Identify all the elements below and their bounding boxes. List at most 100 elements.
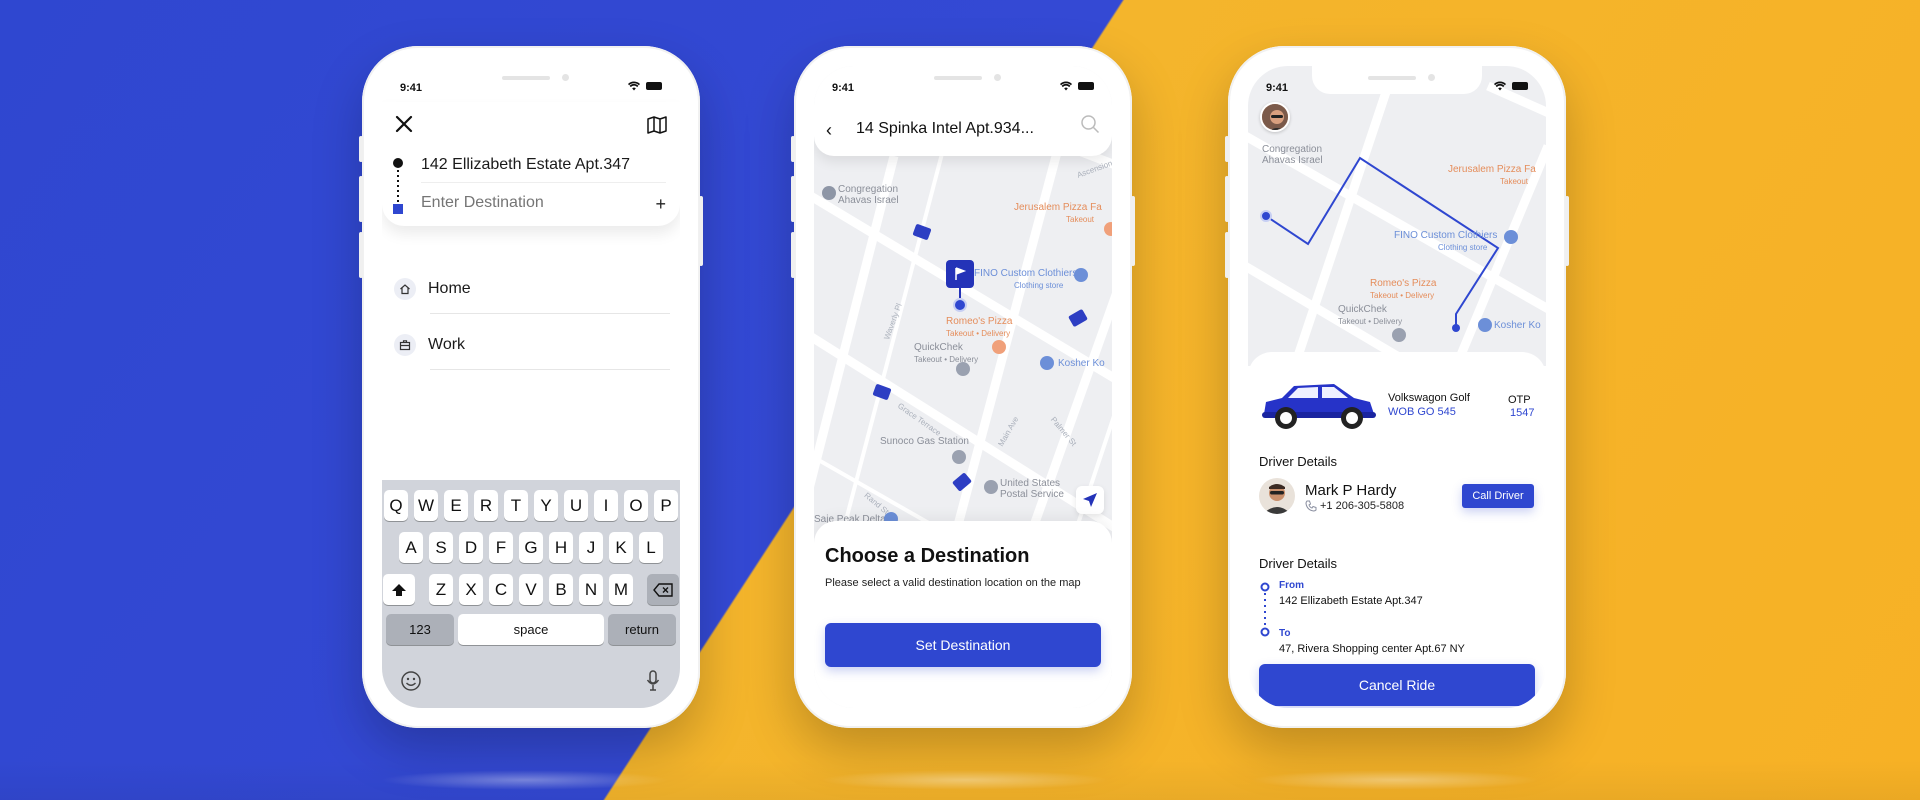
cancel-ride-button[interactable]: Cancel Ride xyxy=(1259,664,1535,706)
map-label-jerusalem: Jerusalem Pizza Fa xyxy=(1014,202,1102,213)
back-icon[interactable]: ‹ xyxy=(826,120,832,141)
status-time: 9:41 xyxy=(1266,82,1289,94)
restaurant-icon xyxy=(992,340,1006,354)
key-d[interactable]: D xyxy=(459,532,483,563)
screen: 9:41 142 Ellizabeth Estate Apt.347 + xyxy=(382,66,680,708)
to-label: To xyxy=(1279,628,1291,639)
add-stop-icon[interactable]: + xyxy=(655,194,666,215)
backspace-key[interactable] xyxy=(647,574,679,605)
car-icon xyxy=(1262,384,1376,429)
wifi-icon xyxy=(1060,81,1072,91)
key-h[interactable]: H xyxy=(549,532,573,563)
microphone-icon[interactable] xyxy=(646,670,660,692)
key-g[interactable]: G xyxy=(519,532,543,563)
map-label-romeos: Romeo's Pizza xyxy=(1370,278,1437,289)
key-o[interactable]: O xyxy=(624,490,648,521)
key-j[interactable]: J xyxy=(579,532,603,563)
shop-icon xyxy=(1040,356,1054,370)
key-x[interactable]: X xyxy=(459,574,483,605)
set-destination-button[interactable]: Set Destination xyxy=(825,623,1101,667)
search-icon[interactable] xyxy=(1080,114,1100,134)
map-label-quickchek-sub: Takeout • Delivery xyxy=(1338,317,1403,326)
trip-details-heading: Driver Details xyxy=(1259,556,1338,571)
map-label-fino: FINO Custom Clothiers xyxy=(1394,230,1498,241)
key-z[interactable]: Z xyxy=(429,574,453,605)
place-label: Home xyxy=(428,280,471,297)
phone-choose-destination: Ascension St Waverly Pl Grace Terrace Ma… xyxy=(791,46,1135,728)
key-k[interactable]: K xyxy=(609,532,633,563)
destination-input[interactable] xyxy=(421,194,621,212)
driver-avatar xyxy=(1259,478,1295,514)
driver-details-heading: Driver Details xyxy=(1259,454,1338,469)
key-a[interactable]: A xyxy=(399,532,423,563)
post-office-icon xyxy=(984,480,998,494)
place-item-home[interactable]: Home xyxy=(394,264,670,314)
phone-reflection xyxy=(820,770,1110,790)
map-label-quickchek: QuickChek xyxy=(914,342,963,353)
key-q[interactable]: Q xyxy=(384,490,408,521)
battery-icon xyxy=(1512,82,1528,90)
key-u[interactable]: U xyxy=(564,490,588,521)
key-f[interactable]: F xyxy=(489,532,513,563)
return-key[interactable]: return xyxy=(608,614,676,645)
map-label-usps: United States Postal Service xyxy=(1000,478,1064,500)
phone-enter-destination: 9:41 142 Ellizabeth Estate Apt.347 + xyxy=(359,46,703,728)
call-driver-button[interactable]: Call Driver xyxy=(1462,484,1534,508)
sheet-description: Please select a valid destination locati… xyxy=(825,577,1081,589)
pin-location-dot xyxy=(953,298,967,312)
key-n[interactable]: N xyxy=(579,574,603,605)
wifi-icon xyxy=(628,81,640,91)
phone-reflection xyxy=(1250,770,1540,790)
status-bar: 9:41 xyxy=(814,66,1112,102)
map-label-jerusalem-sub: Takeout xyxy=(1500,177,1529,186)
route-header: 142 Ellizabeth Estate Apt.347 + xyxy=(382,102,680,226)
key-s[interactable]: S xyxy=(429,532,453,563)
shift-key[interactable] xyxy=(383,574,415,605)
key-y[interactable]: Y xyxy=(534,490,558,521)
locate-me-button[interactable] xyxy=(1076,486,1104,514)
map-label-fino-sub: Clothing store xyxy=(1014,281,1064,290)
map-label-fino: FINO Custom Clothiers xyxy=(974,268,1078,279)
key-p[interactable]: P xyxy=(654,490,678,521)
trip-route-icon xyxy=(1260,582,1270,637)
user-avatar[interactable] xyxy=(1260,102,1290,132)
destination-flag-icon[interactable] xyxy=(946,260,974,288)
key-w[interactable]: W xyxy=(414,490,438,521)
key-c[interactable]: C xyxy=(489,574,513,605)
home-icon xyxy=(394,278,416,300)
from-address: 142 Ellizabeth Estate Apt.347 xyxy=(1279,595,1423,607)
shop-icon xyxy=(1504,230,1518,244)
map-view[interactable]: Congregation Ahavas Israel Jerusalem Piz… xyxy=(1248,66,1546,366)
gas-station-icon xyxy=(952,450,966,464)
key-i[interactable]: I xyxy=(594,490,618,521)
key-m[interactable]: M xyxy=(609,574,633,605)
map-label-jerusalem: Jerusalem Pizza Fa xyxy=(1448,164,1536,175)
driver-phone[interactable]: +1 206-305-5808 xyxy=(1320,500,1404,512)
map-icon[interactable] xyxy=(646,116,668,134)
origin-field[interactable]: 142 Ellizabeth Estate Apt.347 xyxy=(421,156,630,174)
key-v[interactable]: V xyxy=(519,574,543,605)
key-l[interactable]: L xyxy=(639,532,663,563)
choose-destination-sheet: Choose a Destination Please select a val… xyxy=(814,521,1112,708)
place-item-work[interactable]: Work xyxy=(394,320,670,370)
close-icon[interactable] xyxy=(394,114,414,134)
route-line-icon xyxy=(393,158,403,214)
address-search-bar[interactable]: ‹ 14 Spinka Intel Apt.934... xyxy=(814,102,1112,156)
phone-icon xyxy=(1305,500,1317,512)
status-bar: 9:41 xyxy=(382,66,680,102)
key-t[interactable]: T xyxy=(504,490,528,521)
wifi-icon xyxy=(1494,81,1506,91)
driver-name: Mark P Hardy xyxy=(1305,482,1397,499)
key-b[interactable]: B xyxy=(549,574,573,605)
map-label-congregation: Congregation Ahavas Israel xyxy=(838,184,899,206)
navigation-arrow-icon xyxy=(1083,493,1097,507)
numbers-key[interactable]: 123 xyxy=(386,614,454,645)
screen: Ascension St Waverly Pl Grace Terrace Ma… xyxy=(814,66,1112,708)
key-e[interactable]: E xyxy=(444,490,468,521)
ride-details-sheet: Volkswagon Golf WOB GO 545 OTP 1547 Driv… xyxy=(1248,352,1546,708)
emoji-icon[interactable] xyxy=(400,670,422,692)
status-time: 9:41 xyxy=(400,82,423,94)
space-key[interactable]: space xyxy=(458,614,604,645)
key-r[interactable]: R xyxy=(474,490,498,521)
store-icon xyxy=(956,362,970,376)
